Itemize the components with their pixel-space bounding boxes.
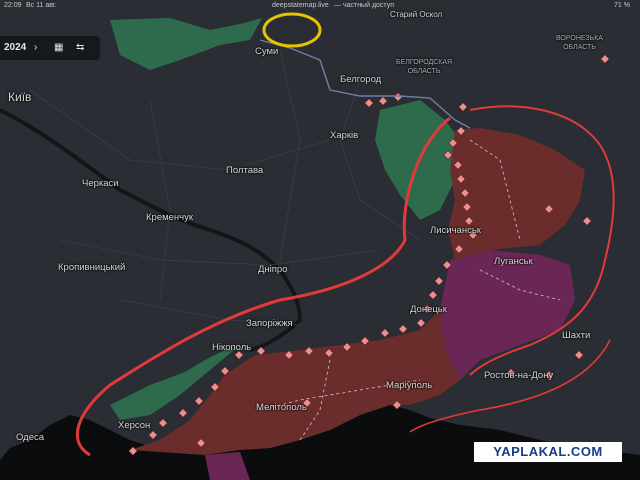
city-mariupol: Маріуполь [386,380,433,391]
region-belgorod: БЕЛГОРОДСКАЯ ОБЛАСТЬ [396,59,453,75]
city-kharkiv: Харків [330,130,359,141]
city-poltava: Полтава [226,165,264,176]
city-dnipro: Дніпро [258,264,288,275]
city-kyiv: Київ [8,90,32,104]
city-stary-oskol: Старий Оскол [390,10,443,19]
city-shakhty: Шахти [562,330,591,341]
chevron-right-icon[interactable]: › [34,42,37,53]
city-kremenchuk: Кременчук [146,212,194,223]
city-kropyvnytskyi: Кропивницький [58,262,126,273]
status-url-note: — частный доступ [334,2,394,9]
city-kherson: Херсон [118,420,151,431]
city-nikopol: Нікополь [212,342,252,353]
status-bar: 22:09 Вс 11 авг. deepstatemap.live — час… [0,0,640,12]
city-melitopol: Мелітополь [256,402,307,413]
city-zaporizhzhia: Запоріжжя [246,318,293,329]
collapse-arrows-icon[interactable]: ⇆ [76,42,84,53]
city-donetsk: Донецьк [410,304,447,315]
calendar-icon[interactable]: ▦ [54,42,63,53]
city-lysychansk: Лисичанськ [430,225,481,236]
map-canvas[interactable] [0,0,640,480]
date-toolbar: 2024 › ▦ ⇆ [0,36,100,60]
watermark: YAPLAKAL.COM [474,442,622,462]
status-url[interactable]: deepstatemap.live [272,2,329,9]
status-time: 22:09 [4,2,22,9]
region-voronezh: ВОРОНЕЗЬКА ОБЛАСТЬ [556,35,603,51]
year-label[interactable]: 2024 [4,42,26,53]
city-sumy: Суми [255,46,279,57]
city-belgorod: Белгород [340,74,382,85]
city-luhansk: Луганськ [494,256,533,267]
battery-level: 71 % [614,2,630,9]
city-odesa: Одеса [16,432,45,443]
city-rostov: Ростов-на-Дону [484,370,554,381]
city-cherkasy: Черкаси [82,178,119,189]
status-date: Вс 11 авг. [26,2,57,9]
